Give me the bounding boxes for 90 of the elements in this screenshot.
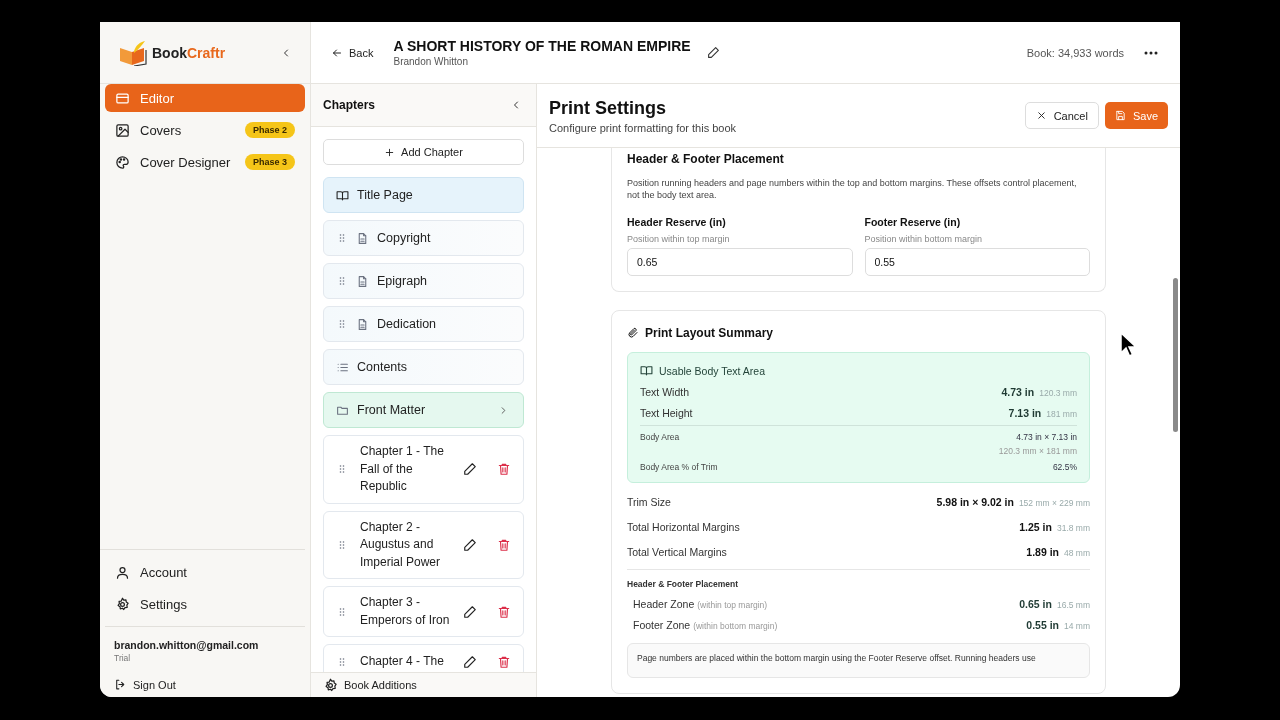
metric-label: Text Height <box>640 407 693 419</box>
brand-name: BookCraftr <box>152 44 226 61</box>
back-button[interactable]: Back <box>331 46 374 59</box>
field-label: Header Reserve (in) <box>627 216 727 228</box>
metric-value: 0.55 in 14 mm <box>1026 619 1090 631</box>
plan-label: Trial <box>114 653 132 663</box>
pencil-icon <box>706 46 720 59</box>
chapter-item[interactable]: Copyright <box>323 220 524 256</box>
nav-item[interactable]: Cover Designer Phase 3 <box>105 148 305 176</box>
metric-label: Total Horizontal Margins <box>627 521 740 533</box>
trash-icon <box>497 537 511 552</box>
card-description: Position running headers and page numbers within the top and bottom margins. These offsets control placement, not the body text area. <box>627 178 1078 201</box>
settings-icon <box>115 596 130 612</box>
nav-item[interactable]: Covers Phase 2 <box>105 116 305 144</box>
metric-label: Body Area % of Trim <box>640 462 718 472</box>
chapter-item[interactable]: Chapter 2 - Augustus and Imperial Power <box>323 510 524 579</box>
settings-icon <box>323 677 338 693</box>
chapter-item[interactable]: Front Matter <box>323 392 524 428</box>
scrollbar[interactable] <box>1173 278 1178 432</box>
metric-label: Header Zone (within top margin) <box>633 598 768 610</box>
metric-label: Total Vertical Margins <box>627 546 727 558</box>
pencil-icon <box>463 604 477 619</box>
phase-badge: Phase 3 <box>244 154 295 170</box>
pencil-icon <box>463 537 477 552</box>
trash-icon <box>497 462 511 477</box>
metric-value: 1.89 in 48 mm <box>1026 546 1090 558</box>
info-note: Page numbers are placed within the bottom margin using the Footer Reserve offset. Running headers use <box>627 643 1090 678</box>
image-icon <box>115 122 130 138</box>
edit-button[interactable] <box>461 653 479 671</box>
arrow-left-icon <box>331 46 343 59</box>
metric-label: Body Area <box>640 432 680 442</box>
phase-badge: Phase 2 <box>244 122 295 138</box>
page-title: Print Settings <box>549 97 667 119</box>
sign-out-icon <box>114 678 127 691</box>
document-icon <box>356 317 369 331</box>
book-title: A SHORT HISTORY OF THE ROMAN EMPIRE <box>393 38 691 54</box>
field-label: Footer Reserve (in) <box>864 216 962 228</box>
layout-icon <box>115 90 130 106</box>
document-icon <box>356 231 369 245</box>
metric-label: Text Width <box>640 386 689 398</box>
chapter-item[interactable]: Contents <box>323 349 524 385</box>
nav-item[interactable]: Settings <box>105 590 300 618</box>
section-heading: Header & Footer Placement <box>627 579 739 589</box>
user-icon <box>115 564 130 580</box>
panel-heading: Usable Body Text Area <box>659 364 766 377</box>
sign-out-button[interactable]: Sign Out <box>114 678 296 691</box>
trash-icon <box>497 655 511 669</box>
more-icon <box>1144 50 1158 55</box>
add-chapter-button[interactable]: Add Chapter <box>323 139 524 165</box>
chapter-item[interactable]: Epigraph <box>323 263 524 299</box>
metric-sub-value: 120.3 mm × 181 mm <box>998 446 1077 456</box>
cancel-button[interactable]: Cancel <box>1024 102 1099 129</box>
metric-value: 0.65 in 16.5 mm <box>1019 598 1090 610</box>
metric-label: Trim Size <box>627 496 671 508</box>
nav-item[interactable]: Account <box>105 558 300 586</box>
field-hint: Position within bottom margin <box>864 234 984 244</box>
pencil-icon <box>463 655 477 669</box>
book-icon <box>336 188 349 202</box>
book-icon <box>640 364 653 377</box>
floppy-icon <box>1114 110 1126 121</box>
palette-icon <box>115 154 130 170</box>
plus-icon <box>384 146 396 158</box>
metric-value: 5.98 in × 9.02 in 152 mm × 229 mm <box>936 496 1090 508</box>
metric-value: 1.25 in 31.8 mm <box>1019 521 1090 533</box>
card-title: Header & Footer Placement <box>627 152 785 166</box>
author-name: Brandon Whitton <box>393 56 469 67</box>
pencil-icon <box>463 462 477 477</box>
metric-label: Footer Zone (within bottom margin) <box>633 619 778 631</box>
metric-value: 7.13 in 181 mm <box>1008 407 1077 419</box>
metric-value: 4.73 in × 7.13 in <box>1015 432 1077 442</box>
user-email: brandon.whitton@gmail.com <box>114 639 260 651</box>
trash-icon <box>497 604 511 619</box>
number-field[interactable]: 0.65 <box>627 248 853 276</box>
paperclip-icon <box>627 327 639 339</box>
word-count: Book: 34,933 words <box>1026 46 1124 59</box>
chapter-item[interactable]: Dedication <box>323 306 524 342</box>
panel-title: Chapters <box>323 98 375 112</box>
chapter-item[interactable]: Chapter 1 - The Fall of the Republic <box>323 435 524 504</box>
chapter-item[interactable]: Chapter 3 - Emperors of Iron <box>323 586 524 637</box>
metric-value: 4.73 in 120.3 mm <box>1001 386 1077 398</box>
chapter-item[interactable]: Chapter 4 - The <box>323 644 524 672</box>
close-icon <box>1035 110 1047 121</box>
metric-value: 62.5% <box>1052 462 1077 472</box>
document-icon <box>356 274 369 288</box>
field-hint: Position within top margin <box>627 234 731 244</box>
book-logo-icon <box>118 39 148 66</box>
number-field[interactable]: 0.55 <box>864 248 1090 276</box>
page-subtitle: Configure print formatting for this book <box>549 121 737 134</box>
card-title: Print Layout Summary <box>645 326 774 340</box>
chapter-item[interactable]: Title Page <box>323 177 524 213</box>
